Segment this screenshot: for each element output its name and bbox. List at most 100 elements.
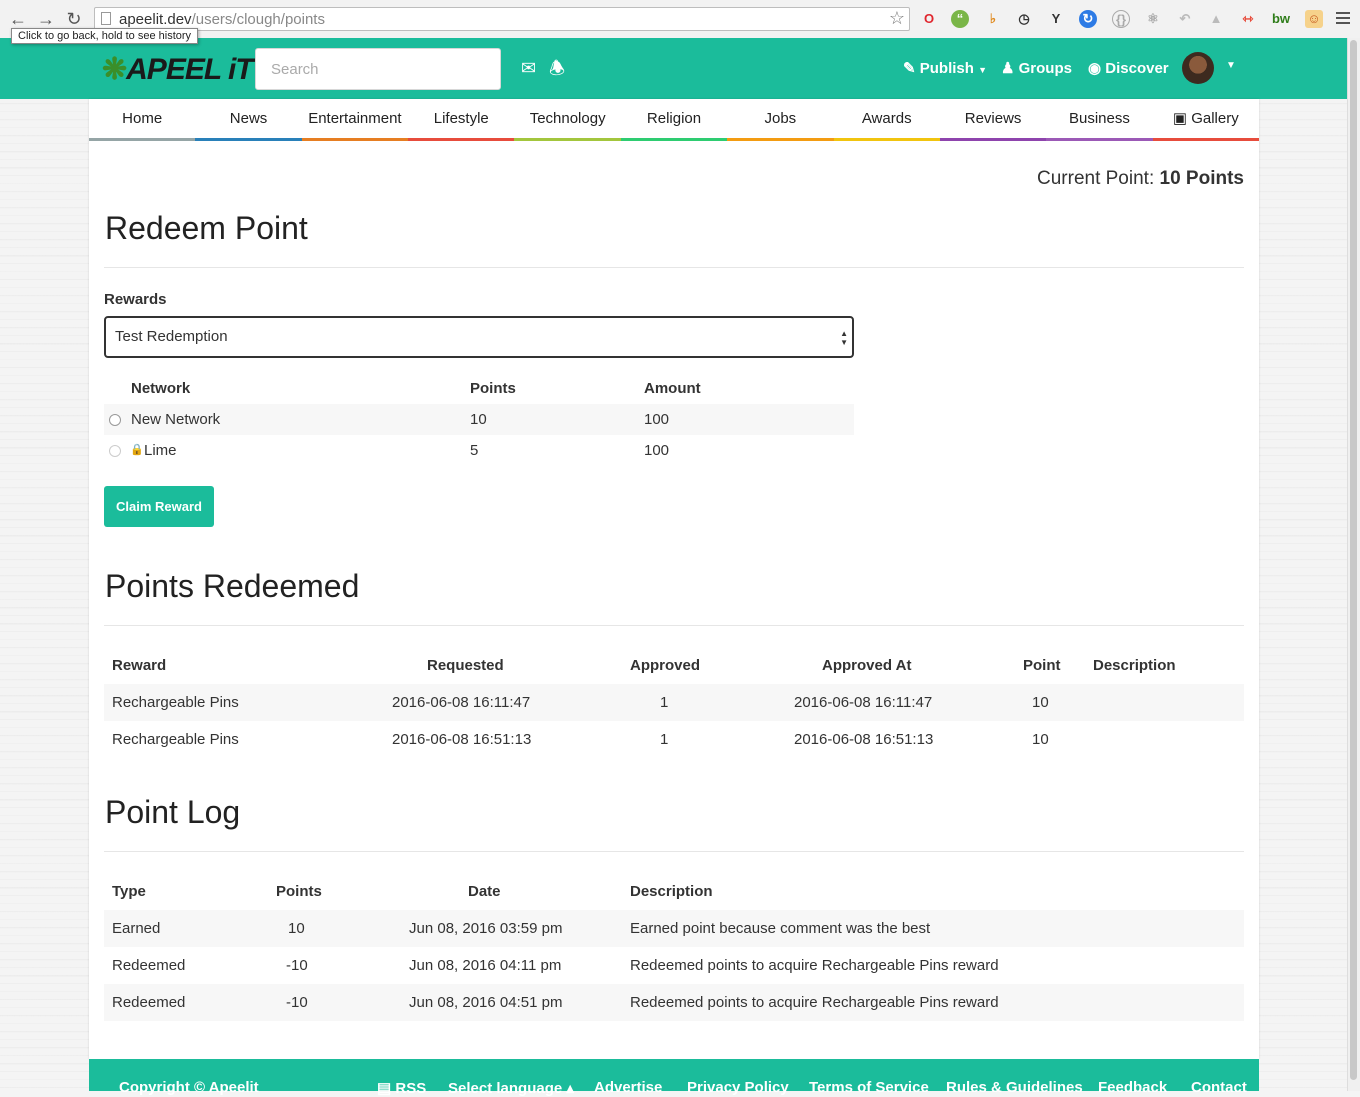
nav-item-label: Lifestyle [433,110,489,127]
nav-item-label: Gallery [1191,110,1239,127]
frog-logo-icon: ❋ [102,53,127,86]
nav-item-technology[interactable]: Technology [514,99,621,141]
bell-icon[interactable]: 🕭 [549,57,565,79]
select-arrows-icon: ▲ ▼ [840,329,848,347]
nav-item-religion[interactable]: Religion [620,99,728,141]
type-cell: Redeemed [112,957,186,974]
forward-arrow-icon[interactable]: → [36,9,56,29]
avatar[interactable] [1182,52,1214,84]
current-point: Current Point: 10 Points [1037,168,1244,189]
scrollbar-thumb[interactable] [1350,40,1357,1080]
approved-at-cell: 2016-06-08 16:11:47 [794,694,933,711]
url-text: apeelit.dev/users/clough/points [119,11,325,28]
points-cell: -10 [286,957,308,974]
reward-cell: Rechargeable Pins [112,731,239,748]
date-cell: Jun 08, 2016 04:11 pm [409,957,562,974]
reload-icon[interactable]: ↻ [64,9,84,29]
col-description: Description [1093,657,1176,674]
col-date: Date [468,883,501,900]
approved-cell: 1 [660,731,669,748]
description-cell: Redeemed points to acquire Rechargeable … [630,957,999,974]
rewards-select[interactable]: Test Redemption ▲ ▼ [104,316,854,358]
nav-item-awards[interactable]: Awards [833,99,940,141]
sync-extension-icon[interactable]: ↻ [1079,10,1097,28]
nav-item-news[interactable]: News [195,99,302,141]
laravel-extension-icon[interactable]: ⇿ [1239,10,1257,28]
col-points: Points [276,883,322,900]
divider [104,851,1244,852]
nav-item-label: Religion [646,110,702,127]
nav-item-gallery[interactable]: ▣ Gallery [1152,99,1259,141]
react-extension-icon[interactable]: ⚛ [1144,10,1162,28]
site-header: ❋APEEL iT ✉ 🕭 ✎ Publish ▼ ♟ Groups ◉ Dis… [0,38,1348,99]
col-amount: Amount [644,380,701,397]
nav-item-entertainment[interactable]: Entertainment [301,99,409,141]
face-extension-icon[interactable]: ☺ [1305,10,1323,28]
picture-icon: ▣ [1172,110,1192,127]
requested-cell: 2016-06-08 16:11:47 [392,694,531,711]
col-network: Network [131,380,191,397]
footer-link-terms[interactable]: Terms of Service [809,1079,929,1096]
category-nav: Home News Entertainment Lifestyle Technology… [89,99,1259,141]
nav-item-label: Jobs [764,110,797,127]
nav-item-label: Technology [529,110,606,127]
groups-link[interactable]: ♟ Groups [1001,59,1072,79]
nav-item-business[interactable]: Business [1046,99,1153,141]
description-cell: Earned point because comment was the bes… [630,920,931,937]
footer-link-advertise[interactable]: Advertise [594,1079,662,1096]
y-extension-icon[interactable]: Y [1047,10,1065,28]
json-extension-icon[interactable]: {} [1112,10,1130,28]
opera-extension-icon[interactable]: O [920,10,938,28]
refresh-extension-icon[interactable]: ↶ [1176,10,1194,28]
tag-extension-icon[interactable]: ♭ [984,10,1002,28]
col-type: Type [112,883,146,900]
discover-link[interactable]: ◉ Discover [1088,59,1169,79]
divider [104,267,1244,268]
mail-icon[interactable]: ✉ [521,57,536,79]
footer-link-rules[interactable]: Rules & Guidelines [946,1079,1083,1096]
table-row [104,684,1244,721]
footer-link-privacy[interactable]: Privacy Policy [687,1079,789,1096]
nav-item-lifestyle[interactable]: Lifestyle [408,99,515,141]
hangouts-extension-icon[interactable]: “ [951,10,969,28]
page-icon [101,12,111,25]
nav-item-jobs[interactable]: Jobs [727,99,834,141]
search-input[interactable] [255,48,501,90]
users-icon: ♟ [1001,60,1015,77]
browser-menu-icon[interactable] [1336,10,1350,27]
publish-menu[interactable]: ✎ Publish ▼ [903,59,987,80]
nav-item-home[interactable]: Home [89,99,196,141]
nav-item-label: News [229,110,268,127]
page-scrollbar[interactable] [1347,38,1360,1091]
network-name: New Network [131,411,221,428]
network-radio-lime [109,445,121,457]
date-cell: Jun 08, 2016 04:51 pm [409,994,563,1011]
nav-item-reviews[interactable]: Reviews [939,99,1047,141]
address-bar[interactable]: apeelit.dev/users/clough/points ☆ [94,7,910,31]
nav-item-label: Reviews [964,110,1022,127]
pencil-icon: ✎ [903,60,916,77]
footer-link-language[interactable]: Select language ▴ [448,1079,574,1097]
nav-item-label: Home [122,110,163,127]
footer-link-contact[interactable]: Contact [1191,1079,1247,1096]
claim-reward-button[interactable]: Claim Reward [104,486,214,527]
network-points: 10 [470,411,487,428]
drive-extension-icon[interactable]: ▲ [1207,10,1225,28]
site-logo[interactable]: ❋APEEL iT [102,52,254,88]
approved-cell: 1 [660,694,669,711]
col-reward: Reward [112,657,167,674]
points-redeemed-heading: Points Redeemed [105,568,360,604]
network-amount: 100 [644,442,670,459]
point-log-heading: Point Log [105,794,241,830]
bookmark-star-icon[interactable]: ☆ [889,8,905,29]
user-menu-chevron-icon[interactable]: ▼ [1226,60,1236,71]
points-cell: -10 [286,994,308,1011]
col-point: Point [1023,657,1061,674]
col-requested: Requested [427,657,504,674]
back-arrow-icon[interactable]: ← [8,9,28,29]
timer-extension-icon[interactable]: ◷ [1015,10,1033,28]
bw-extension-icon[interactable]: bw [1270,10,1292,28]
footer-link-rss[interactable]: ▤ RSS [377,1079,426,1097]
footer-link-feedback[interactable]: Feedback [1098,1079,1167,1096]
network-radio-new-network[interactable] [109,414,121,426]
